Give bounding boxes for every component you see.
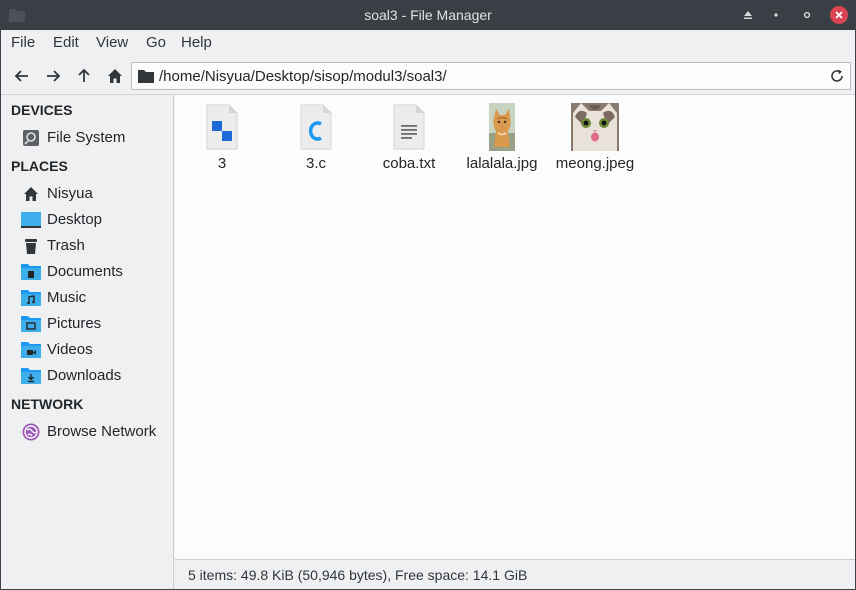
file-view[interactable]: 3 3.c coba.txt lalalala.jpg meong.jpeg [175,95,855,559]
file-item-meong-jpeg[interactable]: meong.jpeg [550,103,640,175]
menu-file[interactable]: File [11,34,35,51]
videos-folder-icon [21,342,41,358]
title-bar[interactable]: soal3 - File Manager [1,1,855,30]
menu-view[interactable]: View [96,34,128,51]
close-button[interactable] [830,6,848,24]
minimize-button[interactable] [767,6,785,24]
sidebar-item-music[interactable]: Music [1,285,173,311]
sidebar-item-file-system[interactable]: File System [1,125,173,151]
network-header: NETWORK [11,396,84,412]
sidebar-item-videos[interactable]: Videos [1,337,173,363]
text-file-icon [393,104,425,150]
devices-header: DEVICES [11,102,73,118]
menu-help[interactable]: Help [181,34,212,51]
file-name: 3 [217,155,227,172]
sidebar-item-pictures[interactable]: Pictures [1,311,173,337]
places-header: PLACES [11,158,68,174]
image-thumbnail-cat-face [571,103,619,151]
sidebar-item-label: Videos [47,341,93,358]
sidebar-item-desktop[interactable]: Desktop [1,207,173,233]
sidebar-item-label: Documents [47,263,123,280]
forward-arrow-icon[interactable] [43,66,63,86]
sidebar-item-downloads[interactable]: Downloads [1,363,173,389]
status-text: 5 items: 49.8 KiB (50,946 bytes), Free s… [188,567,528,583]
sidebar-item-label: Browse Network [47,423,157,440]
sidebar: DEVICES File System PLACES Nisyua Deskto… [1,95,174,589]
desktop-icon [21,212,41,228]
toolbar: /home/Nisyua/Desktop/sisop/modul3/soal3/ [1,57,855,95]
file-manager-window: soal3 - File Manager File Edit View Go H… [0,0,856,590]
shade-button[interactable] [739,6,757,24]
file-item-3c[interactable]: 3.c [271,103,361,175]
trash-icon [25,239,37,254]
sidebar-item-trash[interactable]: Trash [1,233,173,259]
downloads-folder-icon [21,368,41,384]
close-icon [835,11,843,19]
folder-icon [138,70,154,83]
back-arrow-icon[interactable] [12,66,32,86]
minimize-icon [774,13,778,17]
sidebar-item-documents[interactable]: Documents [1,259,173,285]
sidebar-item-nisyua[interactable]: Nisyua [1,181,173,207]
drive-icon [23,130,39,146]
network-icon [22,423,40,441]
music-folder-icon [21,290,41,306]
eject-icon [744,11,752,19]
menu-go[interactable]: Go [146,34,166,51]
maximize-button[interactable] [798,6,816,24]
file-item-coba-txt[interactable]: coba.txt [364,103,454,175]
documents-folder-icon [21,264,41,280]
home-icon[interactable] [105,66,125,86]
sidebar-item-label: Desktop [47,211,103,228]
home-icon [24,187,38,201]
file-name: lalalala.jpg [466,155,538,172]
file-item-lalalala-jpg[interactable]: lalalala.jpg [457,103,547,175]
file-name: meong.jpeg [555,155,635,172]
sidebar-item-label: Music [47,289,87,306]
sidebar-item-label: Downloads [47,367,122,384]
status-bar: 5 items: 49.8 KiB (50,946 bytes), Free s… [175,559,855,589]
pictures-folder-icon [21,316,41,332]
c-source-file-icon [300,104,332,150]
executable-file-icon [206,104,238,150]
maximize-icon [803,11,811,19]
file-name: 3.c [305,155,326,172]
sidebar-item-browse-network[interactable]: Browse Network [1,419,173,445]
window-title: soal3 - File Manager [364,7,492,23]
sidebar-item-label: Pictures [47,315,102,332]
location-path[interactable]: /home/Nisyua/Desktop/sisop/modul3/soal3/ [159,68,447,85]
location-bar[interactable]: /home/Nisyua/Desktop/sisop/modul3/soal3/ [131,62,851,90]
file-name: coba.txt [382,155,436,172]
file-item-3[interactable]: 3 [177,103,267,175]
menu-edit[interactable]: Edit [53,34,79,51]
sidebar-item-label: Trash [47,237,85,254]
menu-bar: File Edit View Go Help [1,30,855,57]
reload-icon[interactable] [829,68,845,84]
sidebar-item-label: File System [47,129,126,146]
up-arrow-icon[interactable] [74,66,94,86]
image-thumbnail-cat [489,103,515,151]
sidebar-item-label: Nisyua [47,185,93,202]
